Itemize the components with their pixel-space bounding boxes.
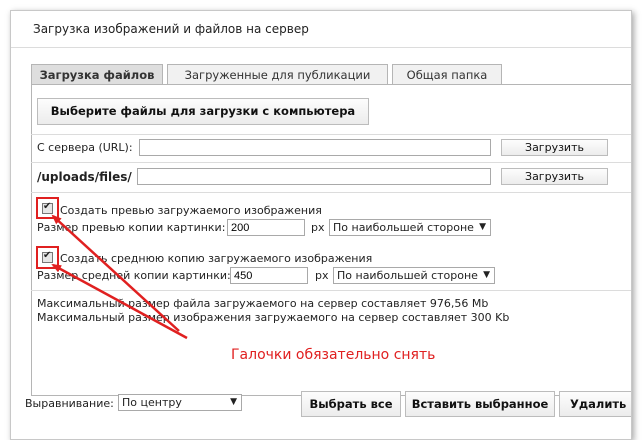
- upload-dialog: Загрузка изображений и файлов на сервер …: [10, 10, 632, 440]
- arrow-to-preview-checkbox: [51, 214, 180, 332]
- annotation-arrows: [51, 214, 188, 340]
